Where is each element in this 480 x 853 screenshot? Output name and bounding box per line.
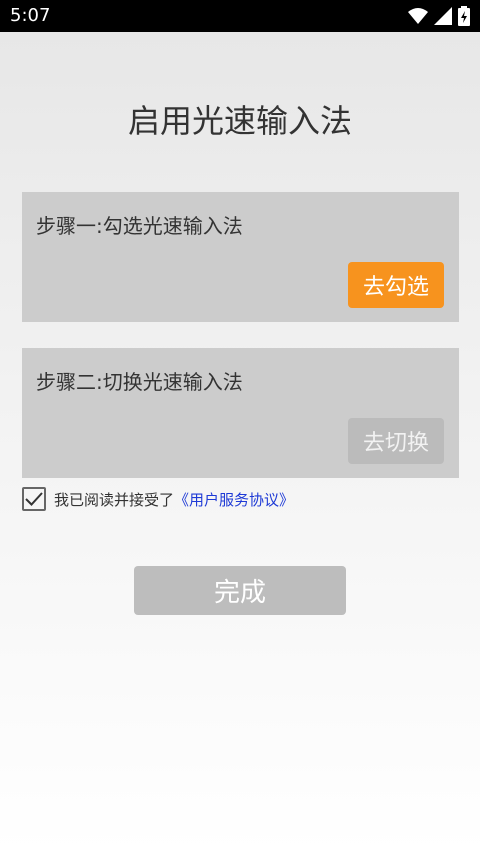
wifi-icon <box>408 8 428 24</box>
service-agreement-link[interactable]: 《用户服务协议》 <box>174 489 294 510</box>
step-one-label: 步骤一:勾选光速输入法 <box>36 214 243 238</box>
done-button[interactable]: 完成 <box>134 566 346 615</box>
agreement-checkbox[interactable] <box>22 487 46 511</box>
signal-icon <box>434 7 452 25</box>
step-two-label: 步骤二:切换光速输入法 <box>36 370 243 394</box>
checkmark-icon <box>25 492 43 506</box>
status-bar: 5:07 <box>0 0 480 32</box>
step-two-card: 步骤二:切换光速输入法 去切换 <box>22 348 459 478</box>
agreement-text: 我已阅读并接受了 <box>54 490 175 509</box>
page-title: 启用光速输入法 <box>127 102 352 140</box>
step-one-card: 步骤一:勾选光速输入法 去勾选 <box>22 192 459 322</box>
agreement-row: 我已阅读并接受了 《用户服务协议》 <box>22 486 294 512</box>
status-icons <box>408 6 470 26</box>
go-check-button[interactable]: 去勾选 <box>348 262 444 308</box>
battery-icon <box>458 6 470 26</box>
go-switch-button[interactable]: 去切换 <box>348 418 444 464</box>
status-time: 5:07 <box>10 5 51 26</box>
